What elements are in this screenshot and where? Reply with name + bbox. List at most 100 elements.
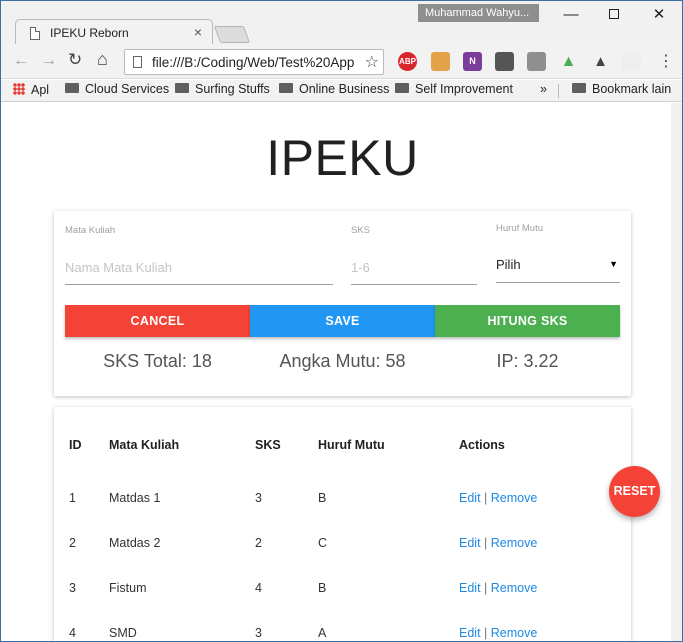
bookmark-label: Surfing Stuffs	[195, 82, 270, 96]
minimize-button[interactable]: —	[556, 5, 586, 25]
title-bar: IPEKU Reborn × Muhammad Wahyu... — ✕	[1, 1, 682, 46]
cell-id: 3	[69, 580, 76, 595]
new-tab-button[interactable]	[213, 26, 251, 43]
extension-last-icon[interactable]	[622, 52, 641, 71]
cell-mata-kuliah: Matdas 2	[109, 535, 161, 550]
edit-link[interactable]: Edit	[459, 581, 481, 595]
ip-stat: IP: 3.22	[496, 351, 559, 371]
browser-tab[interactable]: IPEKU Reborn ×	[15, 19, 213, 46]
folder-icon	[572, 83, 586, 93]
table-row: 2 Matdas 2 2 C Edit | Remove	[54, 520, 631, 565]
mata-kuliah-field: Mata Kuliah	[65, 225, 333, 285]
page-title: IPEKU	[266, 130, 419, 186]
extension-h-icon[interactable]	[495, 52, 514, 71]
maximize-button[interactable]	[599, 5, 629, 25]
cell-id: 4	[69, 625, 76, 640]
bookmark-label: Online Business	[299, 82, 390, 96]
bookmark-folder-cloud[interactable]: Cloud Services	[65, 82, 169, 96]
sks-input[interactable]	[351, 251, 477, 285]
mata-kuliah-input[interactable]	[65, 251, 333, 285]
edit-link[interactable]: Edit	[459, 491, 481, 505]
cell-sks: 4	[255, 580, 262, 595]
tab-close-icon[interactable]: ×	[194, 24, 202, 40]
extension-grey-icon[interactable]	[527, 52, 546, 71]
folder-icon	[395, 83, 409, 93]
adblock-plus-icon[interactable]: ABP	[398, 52, 417, 71]
header-huruf-mutu: Huruf Mutu	[318, 438, 385, 452]
courses-table: ID Mata Kuliah SKS Huruf Mutu Actions 1 …	[54, 407, 631, 641]
bookmarks-overflow-button[interactable]: »	[540, 82, 547, 96]
profile-name[interactable]: Muhammad Wahyu...	[418, 4, 539, 22]
remove-link[interactable]: Remove	[491, 581, 538, 595]
table-row: 4 SMD 3 A Edit | Remove	[54, 610, 631, 641]
close-window-button[interactable]: ✕	[644, 5, 674, 25]
remove-link[interactable]: Remove	[491, 491, 538, 505]
page-scrollbar[interactable]	[671, 103, 682, 641]
cell-sks: 3	[255, 490, 262, 505]
action-separator: |	[484, 490, 488, 505]
cell-mata-kuliah: Fistum	[109, 580, 147, 595]
huruf-mutu-selected: Pilih	[496, 257, 521, 272]
bookmark-apps-label: Apl	[31, 83, 50, 97]
bookmark-star-icon[interactable]: ☆	[365, 52, 379, 72]
summary-stats: SKS Total: 18 Angka Mutu: 58 IP: 3.22	[65, 351, 620, 375]
folder-icon	[279, 83, 293, 93]
save-button[interactable]: Save	[250, 305, 435, 337]
sks-label: SKS	[351, 225, 371, 236]
sks-total-stat: SKS Total: 18	[103, 351, 212, 371]
page-content: IPEKU Mata Kuliah SKS Huruf Mutu Pilih ▼…	[1, 103, 671, 641]
cell-mata-kuliah: SMD	[109, 625, 137, 640]
google-drive-icon[interactable]: ▲	[559, 52, 578, 71]
cell-actions: Edit | Remove	[459, 475, 631, 520]
reload-icon[interactable]: ↻	[68, 50, 82, 70]
reset-button[interactable]: RESET	[609, 466, 660, 517]
bookmark-label: Self Improvement	[415, 82, 513, 96]
cell-actions: Edit | Remove	[459, 610, 631, 641]
extension-hat-icon[interactable]: ▲	[591, 52, 610, 71]
address-bar[interactable]: file:///B:/Coding/Web/Test%20App ☆	[124, 49, 384, 75]
forward-arrow-icon[interactable]: →	[41, 52, 57, 70]
bookmark-folder-other[interactable]: Bookmark lain	[572, 82, 671, 96]
bookmark-folder-business[interactable]: Online Business	[279, 82, 389, 96]
cell-huruf-mutu: C	[318, 535, 328, 550]
bookmark-folder-surfing[interactable]: Surfing Stuffs	[175, 82, 270, 96]
huruf-mutu-field: Huruf Mutu Pilih ▼	[496, 223, 620, 283]
cell-huruf-mutu: A	[318, 625, 327, 640]
home-icon[interactable]: ⌂	[97, 49, 108, 70]
cell-huruf-mutu: B	[318, 580, 327, 595]
bookmarks-divider	[558, 84, 559, 98]
mata-kuliah-label: Mata Kuliah	[65, 225, 116, 236]
back-arrow-icon[interactable]: ←	[13, 52, 29, 70]
huruf-mutu-label: Huruf Mutu	[496, 223, 543, 234]
tab-title: IPEKU Reborn	[50, 26, 129, 40]
cell-actions: Edit | Remove	[459, 520, 631, 565]
browser-menu-icon[interactable]: ⋮	[658, 51, 674, 71]
dropdown-caret-icon: ▼	[609, 259, 618, 269]
table-row: 3 Fistum 4 B Edit | Remove	[54, 565, 631, 610]
page-icon	[30, 27, 40, 40]
huruf-mutu-select[interactable]: Pilih ▼	[496, 243, 620, 283]
table-header-row: ID Mata Kuliah SKS Huruf Mutu Actions	[54, 407, 631, 475]
remove-link[interactable]: Remove	[491, 536, 538, 550]
cancel-button[interactable]: Cancel	[65, 305, 250, 337]
bookmark-apps[interactable]: Apl	[13, 82, 49, 97]
action-separator: |	[484, 625, 488, 640]
onenote-icon[interactable]: N	[463, 52, 482, 71]
bookmark-folder-self[interactable]: Self Improvement	[395, 82, 513, 96]
extension-face-icon[interactable]	[431, 52, 450, 71]
header-sks: SKS	[255, 438, 281, 452]
edit-link[interactable]: Edit	[459, 536, 481, 550]
hitung-sks-button[interactable]: Hitung SKS	[435, 305, 620, 337]
browser-toolbar: ← → ↻ ⌂ file:///B:/Coding/Web/Test%20App…	[1, 44, 682, 79]
action-separator: |	[484, 580, 488, 595]
folder-icon	[65, 83, 79, 93]
cell-id: 2	[69, 535, 76, 550]
edit-link[interactable]: Edit	[459, 626, 481, 640]
file-icon	[133, 56, 142, 68]
url-text[interactable]: file:///B:/Coding/Web/Test%20App	[152, 55, 360, 70]
bookmarks-bar: Apl Cloud Services Surfing Stuffs Online…	[1, 80, 682, 102]
cell-huruf-mutu: B	[318, 490, 327, 505]
bookmark-label: Bookmark lain	[592, 82, 672, 96]
remove-link[interactable]: Remove	[491, 626, 538, 640]
angka-mutu-stat: Angka Mutu: 58	[279, 351, 406, 371]
